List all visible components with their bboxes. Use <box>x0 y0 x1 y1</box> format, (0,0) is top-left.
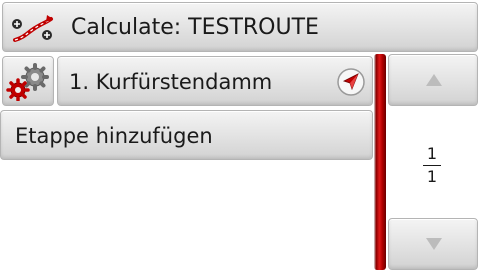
waypoint-label: 1. Kurfürstendamm <box>69 70 273 94</box>
scrollbar[interactable] <box>374 54 386 270</box>
route-calculate-icon <box>12 15 53 42</box>
gears-icon <box>6 63 49 101</box>
navigate-arrow-icon[interactable] <box>336 67 366 97</box>
page-current: 1 <box>426 144 438 163</box>
page-title: Calculate: TESTROUTE <box>71 15 319 40</box>
scroll-up-button[interactable] <box>388 54 478 106</box>
waypoint-item[interactable]: 1. Kurfürstendamm <box>57 56 373 106</box>
scroll-down-button[interactable] <box>388 218 478 270</box>
settings-button[interactable] <box>2 56 54 106</box>
add-stage-label: Etappe hinzufügen <box>15 124 213 148</box>
fraction-divider <box>423 165 441 166</box>
arrow-down-icon <box>426 238 442 250</box>
page-indicator: 1 1 <box>412 145 452 186</box>
add-stage-button[interactable]: Etappe hinzufügen <box>0 110 373 160</box>
arrow-up-icon <box>426 74 442 86</box>
route-title-bar[interactable]: Calculate: TESTROUTE <box>2 2 478 52</box>
page-total: 1 <box>426 167 438 186</box>
